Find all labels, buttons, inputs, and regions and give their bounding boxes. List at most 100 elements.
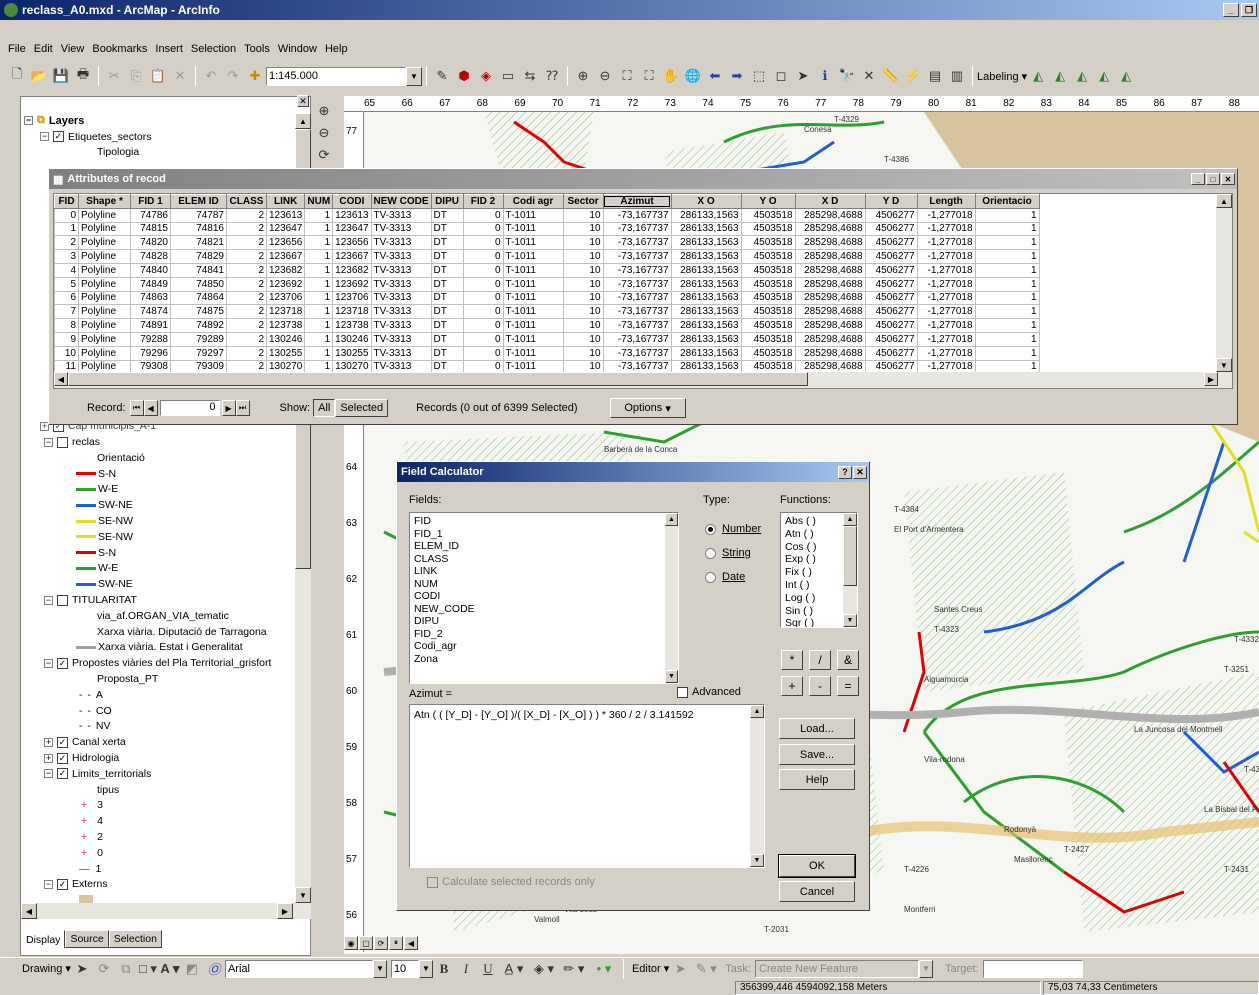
edit-tool-icon[interactable]: ➤	[669, 958, 691, 980]
table-cell[interactable]: 285298,4688	[794, 290, 866, 306]
table-cell[interactable]: 4503518	[740, 207, 796, 223]
table-cell[interactable]: 0	[462, 345, 504, 361]
table-cell[interactable]: -73,167737	[602, 235, 672, 251]
table-cell[interactable]: 4506277	[864, 290, 918, 306]
table-row[interactable]: 5 Polyline 74849 74850 2 123692 1 123692 TV-3313…	[54, 276, 1040, 292]
table-cell[interactable]: DT	[430, 345, 464, 361]
table-cell[interactable]: 10	[562, 235, 604, 251]
task-dropdown[interactable]: ▼	[918, 959, 933, 978]
table-cell[interactable]: 123613	[265, 207, 306, 223]
table-cell[interactable]: 74787	[170, 207, 227, 223]
table-cell[interactable]: -1,277018	[916, 221, 976, 237]
table-cell[interactable]: 0	[462, 331, 504, 347]
arctoolbox-icon[interactable]: ⬢	[453, 65, 475, 87]
table-cell[interactable]: 74850	[170, 276, 227, 292]
table-cell[interactable]: 4506277	[864, 207, 918, 223]
table-cell[interactable]: DT	[430, 207, 464, 223]
table-cell[interactable]: 4503518	[740, 235, 796, 251]
table-cell[interactable]: DT	[430, 318, 464, 333]
table-cell[interactable]: DT	[430, 249, 464, 264]
underline-icon[interactable]: U	[477, 958, 499, 980]
line-color-icon[interactable]: ✏ ▾	[559, 958, 589, 980]
table-cell[interactable]: TV-3313	[370, 318, 432, 333]
table-row[interactable]: 3 Polyline 74828 74829 2 123667 1 123667 TV-3313…	[54, 249, 1040, 264]
table-cell[interactable]: -73,167737	[602, 290, 672, 306]
table-row[interactable]: 0 Polyline 74786 74787 2 123613 1 123613 TV-3313…	[54, 207, 1040, 223]
toc-item[interactable]: Xarxa viària. Estat i Generalitat	[21, 640, 296, 656]
table-cell[interactable]: 1	[304, 345, 334, 361]
toc-item[interactable]: + ✓ Canal xerta	[21, 734, 296, 750]
table-cell[interactable]: 123718	[332, 304, 372, 320]
forward-icon[interactable]: ➡	[726, 65, 748, 87]
table-cell[interactable]: 123692	[265, 276, 306, 292]
table-cell[interactable]: 1	[304, 221, 334, 237]
table-cell[interactable]: 10	[562, 290, 604, 306]
table-cell[interactable]: 0	[462, 262, 504, 278]
table-cell[interactable]: 79288	[130, 331, 171, 347]
table-cell[interactable]: -1,277018	[916, 318, 976, 333]
table-cell[interactable]: 2	[226, 221, 267, 237]
table-cell[interactable]: 6	[54, 290, 79, 306]
html-popup-icon[interactable]: ▤	[924, 65, 946, 87]
hyperlink-icon[interactable]: ⚡	[902, 65, 924, 87]
undo-icon[interactable]: ↶	[200, 65, 222, 87]
show-selected-button[interactable]: Selected	[335, 399, 389, 417]
calc-selected-checkbox[interactable]: Calculate selected records only	[427, 876, 595, 888]
table-cell[interactable]: 123692	[332, 276, 372, 292]
toc-item[interactable]: tipus	[21, 782, 296, 798]
table-cell[interactable]: 285298,4688	[794, 249, 866, 264]
table-cell[interactable]: -73,167737	[602, 221, 672, 237]
table-cell[interactable]: 1	[974, 276, 1040, 292]
table-cell[interactable]: TV-3313	[370, 290, 432, 306]
toc-item[interactable]: − ✓ Etiquetes_sectors	[21, 129, 296, 145]
column-header[interactable]: DIPU	[430, 194, 464, 209]
attr-minimize-button[interactable]: _	[1191, 173, 1205, 185]
attr-vscroll[interactable]: ▲ ▼	[1216, 194, 1232, 372]
table-cell[interactable]: 8	[54, 318, 79, 333]
table-cell[interactable]: 285298,4688	[794, 345, 866, 361]
table-row[interactable]: 6 Polyline 74863 74864 2 123706 1 123706 TV-3313…	[54, 290, 1040, 306]
table-cell[interactable]: 123706	[265, 290, 306, 306]
catalog-icon[interactable]: ◈	[475, 65, 497, 87]
table-row[interactable]: 2 Polyline 74820 74821 2 123656 1 123656 TV-3313…	[54, 235, 1040, 251]
table-cell[interactable]: 4506277	[864, 276, 918, 292]
table-cell[interactable]: 1	[54, 221, 79, 237]
table-cell[interactable]: 285298,4688	[794, 276, 866, 292]
toc-item[interactable]: − reclas	[21, 434, 296, 450]
cut-icon[interactable]: ✂	[103, 65, 125, 87]
table-cell[interactable]: Polyline	[78, 276, 131, 292]
table-cell[interactable]: 9	[54, 331, 79, 347]
attr-close-button[interactable]: ✕	[1221, 173, 1235, 185]
scroll-right-icon[interactable]: ▶	[277, 903, 293, 919]
table-cell[interactable]: 74820	[130, 235, 171, 251]
table-cell[interactable]: 74821	[170, 235, 227, 251]
scale-input[interactable]: 1:145.000	[266, 66, 406, 86]
toc-item[interactable]: S-N	[21, 466, 296, 482]
help-button[interactable]: Help	[779, 769, 855, 790]
command-line-icon[interactable]: ▭	[497, 65, 519, 87]
table-cell[interactable]: 4506277	[864, 331, 918, 347]
table-cell[interactable]: 123613	[332, 207, 372, 223]
menu-edit[interactable]: Edit	[30, 43, 57, 55]
column-header[interactable]: Azimut	[602, 194, 672, 209]
toc-item[interactable]: SW-NE	[21, 497, 296, 513]
table-cell[interactable]: 286133,1563	[670, 262, 742, 278]
toc-item[interactable]: − ✓ Externs	[21, 877, 296, 893]
table-cell[interactable]: 10	[562, 304, 604, 320]
restore-button[interactable]: ❐	[1241, 3, 1257, 17]
labeling-menu[interactable]: Labeling ▾	[977, 70, 1027, 83]
table-cell[interactable]: Polyline	[78, 290, 131, 306]
tab-selection[interactable]: Selection	[108, 930, 162, 948]
table-cell[interactable]: TV-3313	[370, 221, 432, 237]
table-cell[interactable]: 2	[226, 318, 267, 333]
view-unplaced-icon[interactable]: ◭	[1115, 65, 1137, 87]
table-cell[interactable]: 74841	[170, 262, 227, 278]
lock-labels-icon[interactable]: ◭	[1093, 65, 1115, 87]
table-cell[interactable]: 2	[226, 262, 267, 278]
full-extent-icon[interactable]: 🌐	[682, 65, 704, 87]
table-cell[interactable]: T-1011	[502, 345, 564, 361]
table-cell[interactable]: 1	[974, 207, 1040, 223]
attr-maximize-button[interactable]: □	[1206, 173, 1220, 185]
type-radio-date[interactable]: Date	[705, 565, 761, 589]
toc-root[interactable]: − ⧉ Layers	[21, 113, 296, 129]
